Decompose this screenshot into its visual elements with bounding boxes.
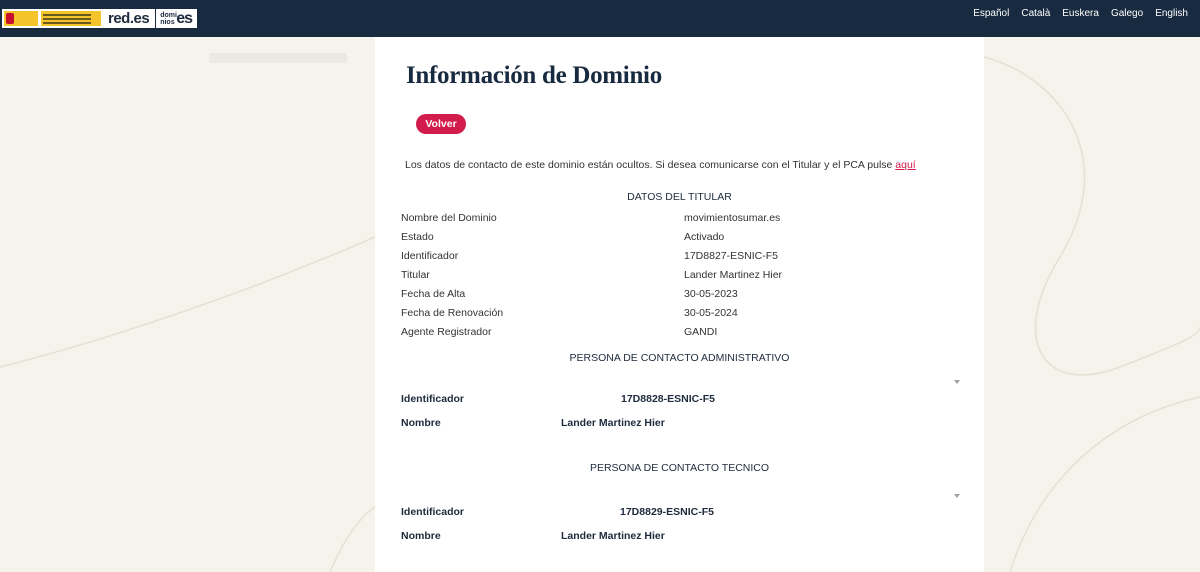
lang-catala[interactable]: Català — [1021, 7, 1050, 21]
row-label-identifier: Identificador — [401, 250, 459, 262]
row-label-holder: Titular — [401, 269, 430, 281]
tech-contact-id-value: 17D8829-ESNIC-F5 — [620, 506, 714, 518]
dominios-logo-es: es — [176, 9, 193, 27]
admin-contact-name-value: Lander Martinez Hier — [561, 417, 665, 429]
row-label-renewal-date: Fecha de Renovación — [401, 307, 504, 319]
row-value-creation-date: 30-05-2023 — [684, 288, 738, 300]
language-selector: Español Català Euskera Galego English — [973, 7, 1188, 21]
admin-contact-heading: PERSONA DE CONTACTO ADMINISTRATIVO — [569, 352, 790, 364]
lang-espanol[interactable]: Español — [973, 7, 1009, 21]
row-label-creation-date: Fecha de Alta — [401, 288, 466, 300]
dominios-logo-small: domi nios — [160, 11, 177, 26]
titular-section-heading: DATOS DEL TITULAR — [627, 191, 732, 203]
sidebar-placeholder — [209, 53, 347, 63]
top-navigation-bar: red.es domi nios es Español Català Euske… — [0, 0, 1200, 37]
row-value-registrar: GANDI — [684, 326, 718, 338]
row-value-domain-name: movimientosumar.es — [684, 212, 781, 224]
notice-text: Los datos de contacto de este dominio es… — [405, 159, 896, 171]
admin-contact-expand-icon[interactable] — [954, 380, 960, 384]
row-label-registrar: Agente Registrador — [401, 326, 492, 338]
admin-contact-id-label: Identificador — [401, 393, 465, 405]
government-logo — [2, 9, 102, 28]
lang-euskera[interactable]: Euskera — [1062, 7, 1099, 21]
coat-of-arms-icon — [4, 11, 38, 26]
admin-contact-name-label: Nombre — [401, 417, 441, 429]
contact-link[interactable]: aquí — [895, 159, 915, 171]
tech-contact-name-label: Nombre — [401, 530, 441, 542]
dominios-es-logo: domi nios es — [155, 9, 193, 28]
logo-strip[interactable]: red.es domi nios es — [2, 9, 197, 28]
page-title: Información de Dominio — [406, 62, 662, 89]
tech-contact-heading: PERSONA DE CONTACTO TECNICO — [589, 462, 770, 474]
lang-english[interactable]: English — [1155, 7, 1188, 21]
row-label-domain-name: Nombre del Dominio — [401, 212, 497, 224]
ministry-logo-text — [41, 11, 101, 26]
admin-contact-id-value: 17D8828-ESNIC-F5 — [621, 393, 715, 405]
reds-logo: red.es — [108, 10, 150, 27]
row-value-holder: Lander Martinez Hier — [684, 269, 783, 281]
tech-contact-expand-icon[interactable] — [954, 494, 960, 498]
row-value-identifier: 17D8827-ESNIC-F5 — [684, 250, 778, 262]
row-label-status: Estado — [401, 231, 434, 243]
row-value-renewal-date: 30-05-2024 — [684, 307, 738, 319]
hidden-contact-notice: Los datos de contacto de este dominio es… — [405, 159, 916, 171]
row-value-status: Activado — [684, 231, 725, 243]
tech-contact-name-value: Lander Martinez Hier — [561, 530, 665, 542]
domain-info-card: Información de Dominio Volver Los datos … — [375, 37, 984, 572]
lang-galego[interactable]: Galego — [1111, 7, 1143, 21]
tech-contact-id-label: Identificador — [401, 506, 465, 518]
back-button[interactable]: Volver — [416, 114, 466, 134]
